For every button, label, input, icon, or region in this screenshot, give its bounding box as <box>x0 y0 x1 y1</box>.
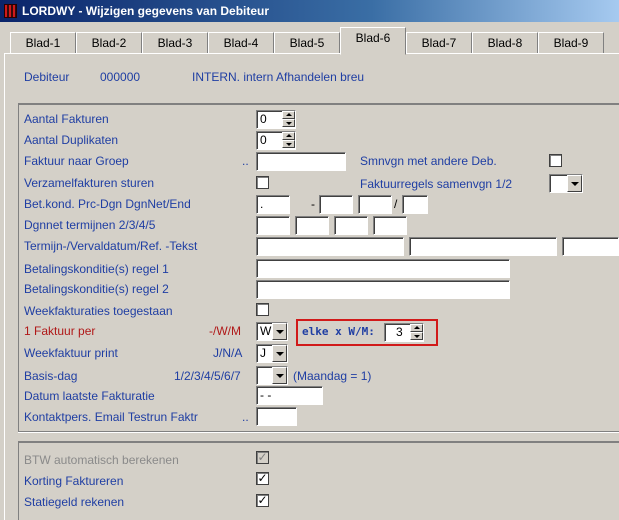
betaling2-label: Betalingskonditie(s) regel 2 <box>24 282 169 296</box>
faktuur-per-hint: -/W/M <box>209 324 241 338</box>
datum-laatste-input[interactable]: - - <box>256 386 323 405</box>
basis-dag-label: Basis-dag <box>24 369 78 383</box>
kontaktpers-label: Kontaktpers. Email Testrun Faktr <box>24 410 198 424</box>
faktuur-per-select[interactable]: W <box>256 322 288 341</box>
dgnnet-termijn-2-input[interactable] <box>256 216 290 235</box>
debiteur-code: 000000 <box>100 70 141 84</box>
weekfaktuur-print-hint: J/N/A <box>213 346 243 360</box>
betaling1-label: Betalingskonditie(s) regel 1 <box>24 262 169 276</box>
tab-blad-1[interactable]: Blad-1 <box>10 32 76 54</box>
bet-kond-percent-input[interactable]: . <box>256 195 290 214</box>
faktuur-per-value: W <box>260 324 272 338</box>
separator-mid <box>18 431 619 433</box>
faktuurregels-select[interactable] <box>549 174 583 193</box>
termijn-tekst-3-input[interactable] <box>562 237 619 256</box>
tab-blad-3[interactable]: Blad-3 <box>142 32 208 54</box>
kontaktpers-hint: .. <box>242 410 249 424</box>
spin-up-icon[interactable] <box>410 324 423 332</box>
aantal-fakturen-value: 0 <box>260 112 267 126</box>
weekfakturaties-label: Weekfakturaties toegestaan <box>24 304 173 318</box>
dgnnet-termijn-5-input[interactable] <box>373 216 407 235</box>
window-title: LORDWY - Wijzigen gegevens van Debiteur <box>22 4 270 18</box>
basis-dag-select[interactable] <box>256 366 288 385</box>
basis-dag-hint: 1/2/3/4/5/6/7 <box>174 369 241 383</box>
aantal-duplikaten-label: Aantal Duplikaten <box>24 133 119 147</box>
debiteur-name: INTERN. intern Afhandelen breu <box>192 70 365 84</box>
dgnnet-label: Dgnnet termijnen 2/3/4/5 <box>24 218 156 232</box>
spin-up-icon[interactable] <box>282 132 295 140</box>
smnvgn-label: Smnvgn met andere Deb. <box>360 154 497 168</box>
aantal-duplikaten-value: 0 <box>260 133 267 147</box>
faktuur-naar-groep-hint: .. <box>242 154 249 168</box>
statiegeld-checkbox[interactable]: ✓ <box>256 494 269 507</box>
weekfakturaties-checkbox[interactable] <box>256 303 269 316</box>
chevron-down-icon[interactable] <box>272 367 287 384</box>
chevron-down-icon[interactable] <box>272 345 287 362</box>
tab-blad-6[interactable]: Blad-6 <box>340 27 406 55</box>
verzamelfakturen-label: Verzamelfakturen sturen <box>24 176 155 190</box>
datum-laatste-label: Datum laatste Fakturatie <box>24 389 155 403</box>
dgnnet-termijn-3-input[interactable] <box>295 216 329 235</box>
betaling2-input[interactable] <box>256 280 510 299</box>
kontaktpers-input[interactable] <box>256 407 297 426</box>
spin-down-icon[interactable] <box>282 140 295 148</box>
bet-kond-slash: / <box>394 197 398 211</box>
chevron-down-icon[interactable] <box>567 175 582 192</box>
title-bar: LORDWY - Wijzigen gegevens van Debiteur <box>0 0 619 22</box>
verzamelfakturen-checkbox[interactable] <box>256 176 269 189</box>
smnvgn-checkbox[interactable] <box>549 154 562 167</box>
weekfaktuur-print-select[interactable]: J <box>256 344 288 363</box>
tab-blad-7[interactable]: Blad-7 <box>406 32 472 54</box>
faktuur-naar-groep-input[interactable] <box>256 152 346 171</box>
bet-kond-dagen-input[interactable] <box>319 195 353 214</box>
statiegeld-label: Statiegeld rekenen <box>24 495 125 509</box>
app-icon <box>4 4 17 18</box>
spin-up-icon[interactable] <box>282 111 295 119</box>
aantal-duplikaten-stepper[interactable]: 0 <box>256 131 296 150</box>
bet-kond-dash: - <box>311 197 315 211</box>
elke-value: 3 <box>396 325 403 339</box>
weekfaktuur-print-value: J <box>260 346 266 360</box>
debiteur-label: Debiteur <box>24 70 70 84</box>
elke-label: elke x W/M: <box>302 325 375 338</box>
korting-checkbox[interactable]: ✓ <box>256 472 269 485</box>
btw-label: BTW automatisch berekenen <box>24 453 179 467</box>
faktuur-per-label: 1 Faktuur per <box>24 324 96 338</box>
elke-stepper[interactable]: 3 <box>384 323 424 342</box>
tab-strip: Blad-1 Blad-2 Blad-3 Blad-4 Blad-5 Blad-… <box>0 26 619 55</box>
chevron-down-icon[interactable] <box>272 323 287 340</box>
faktuur-naar-groep-label: Faktuur naar Groep <box>24 154 129 168</box>
spin-down-icon[interactable] <box>410 332 423 340</box>
aantal-fakturen-label: Aantal Fakturen <box>24 112 109 126</box>
tab-blad-8[interactable]: Blad-8 <box>472 32 538 54</box>
korting-label: Korting Faktureren <box>24 474 124 488</box>
spin-down-icon[interactable] <box>282 119 295 127</box>
bet-kond-end-input[interactable] <box>402 195 428 214</box>
bet-kond-dgnnet-input[interactable] <box>358 195 392 214</box>
btw-checkbox: ✓ <box>256 450 269 464</box>
bet-kond-label: Bet.kond. Prc-Dgn DgnNet/End <box>24 197 191 211</box>
basis-dag-note: (Maandag = 1) <box>293 369 372 383</box>
termijn-tekst-2-input[interactable] <box>409 237 557 256</box>
tab-blad-5[interactable]: Blad-5 <box>274 32 340 54</box>
faktuurregels-label: Faktuurregels samenvgn 1/2 <box>360 177 513 191</box>
weekfaktuur-print-label: Weekfaktuur print <box>24 346 118 360</box>
tab-blad-4[interactable]: Blad-4 <box>208 32 274 54</box>
termijn-tekst-1-input[interactable] <box>256 237 404 256</box>
elke-highlight-box: elke x W/M: 3 <box>296 319 438 346</box>
dgnnet-termijn-4-input[interactable] <box>334 216 368 235</box>
tab-blad-2[interactable]: Blad-2 <box>76 32 142 54</box>
termijn-label: Termijn-/Vervaldatum/Ref. -Tekst <box>24 239 198 253</box>
tab-blad-9[interactable]: Blad-9 <box>538 32 604 54</box>
betaling1-input[interactable] <box>256 259 510 278</box>
aantal-fakturen-stepper[interactable]: 0 <box>256 110 296 129</box>
